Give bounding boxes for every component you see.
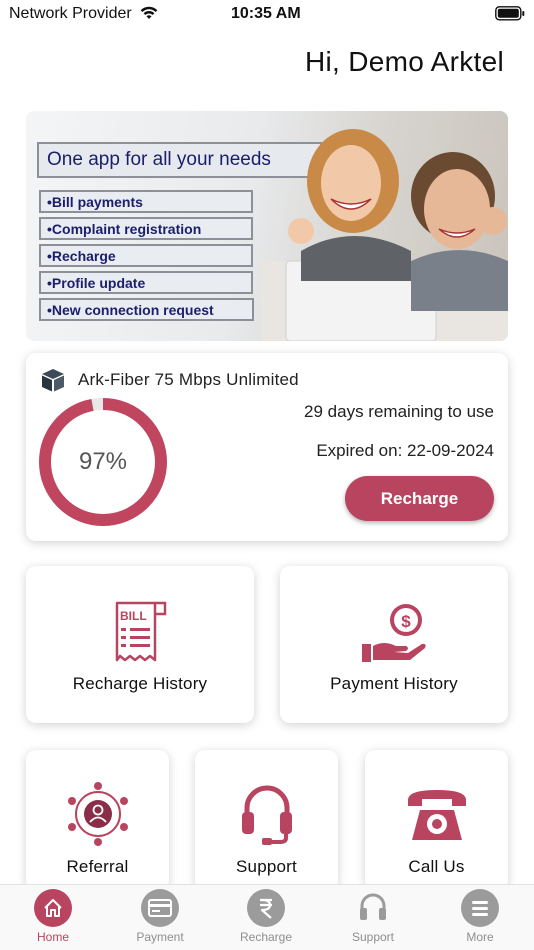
banner-feature-item: •Bill payments: [39, 190, 253, 213]
plan-card: Ark-Fiber 75 Mbps Unlimited 97% 29 days …: [26, 353, 508, 541]
nav-label: Home: [36, 930, 69, 944]
wifi-icon: [139, 5, 159, 26]
nav-label: Support: [351, 930, 395, 944]
bottom-nav: Home Payment Recharge Support More: [0, 884, 534, 950]
call-us-tile[interactable]: Call Us: [365, 750, 508, 890]
card-icon: [141, 889, 179, 927]
expiry-date: Expired on: 22-09-2024: [316, 441, 494, 460]
tile-label: Recharge History: [72, 674, 208, 693]
nav-support[interactable]: Support: [320, 885, 426, 950]
banner-feature-item: •Recharge: [39, 244, 253, 267]
headset-icon: [241, 785, 292, 845]
banner-feature-item: •Complaint registration: [39, 217, 253, 240]
nav-label: More: [466, 930, 494, 944]
days-remaining: 29 days remaining to use: [304, 402, 494, 421]
payment-hand-icon: $: [362, 604, 426, 662]
banner-feature-item: •Profile update: [39, 271, 253, 294]
telephone-icon: [407, 790, 466, 840]
tile-label: Referral: [66, 857, 129, 876]
nav-label: Recharge: [239, 930, 293, 944]
menu-icon: [461, 889, 499, 927]
battery-icon: [495, 6, 525, 26]
banner-photo: [261, 129, 508, 341]
svg-text:$: $: [401, 612, 411, 631]
banner-feature-item: •New connection request: [39, 298, 254, 321]
nav-label: Payment: [136, 930, 184, 944]
tile-label: Payment History: [330, 674, 458, 693]
referral-tile[interactable]: Referral: [26, 750, 169, 890]
tile-label: Call Us: [408, 857, 465, 876]
recharge-button[interactable]: Recharge: [345, 476, 494, 521]
status-bar: Network Provider 10:35 AM: [0, 0, 534, 28]
nav-home[interactable]: Home: [0, 885, 106, 950]
tile-label: Support: [236, 857, 297, 876]
home-icon: [34, 889, 72, 927]
nav-payment[interactable]: Payment: [107, 885, 213, 950]
carrier-label: Network Provider: [9, 5, 132, 22]
package-icon: [42, 369, 64, 392]
greeting-title: Hi, Demo Arktel: [305, 46, 504, 77]
clock: 10:35 AM: [231, 5, 301, 22]
bill-icon: BILL: [115, 601, 167, 662]
support-tile[interactable]: Support: [195, 750, 338, 890]
payment-history-tile[interactable]: $ Payment History: [280, 566, 508, 723]
recharge-history-tile[interactable]: BILL Recharge History: [26, 566, 254, 723]
referral-network-icon: [67, 782, 128, 846]
usage-percent: 97%: [78, 448, 128, 475]
svg-text:BILL: BILL: [120, 609, 147, 623]
nav-recharge[interactable]: Recharge: [213, 885, 319, 950]
plan-name: Ark-Fiber 75 Mbps Unlimited: [78, 370, 299, 389]
promo-banner[interactable]: One app for all your needs •Bill payment…: [26, 111, 508, 341]
banner-feature-list: •Bill payments •Complaint registration •…: [39, 190, 254, 325]
rupee-icon: [247, 889, 285, 927]
nav-more[interactable]: More: [427, 885, 533, 950]
headset-icon: [354, 889, 392, 927]
